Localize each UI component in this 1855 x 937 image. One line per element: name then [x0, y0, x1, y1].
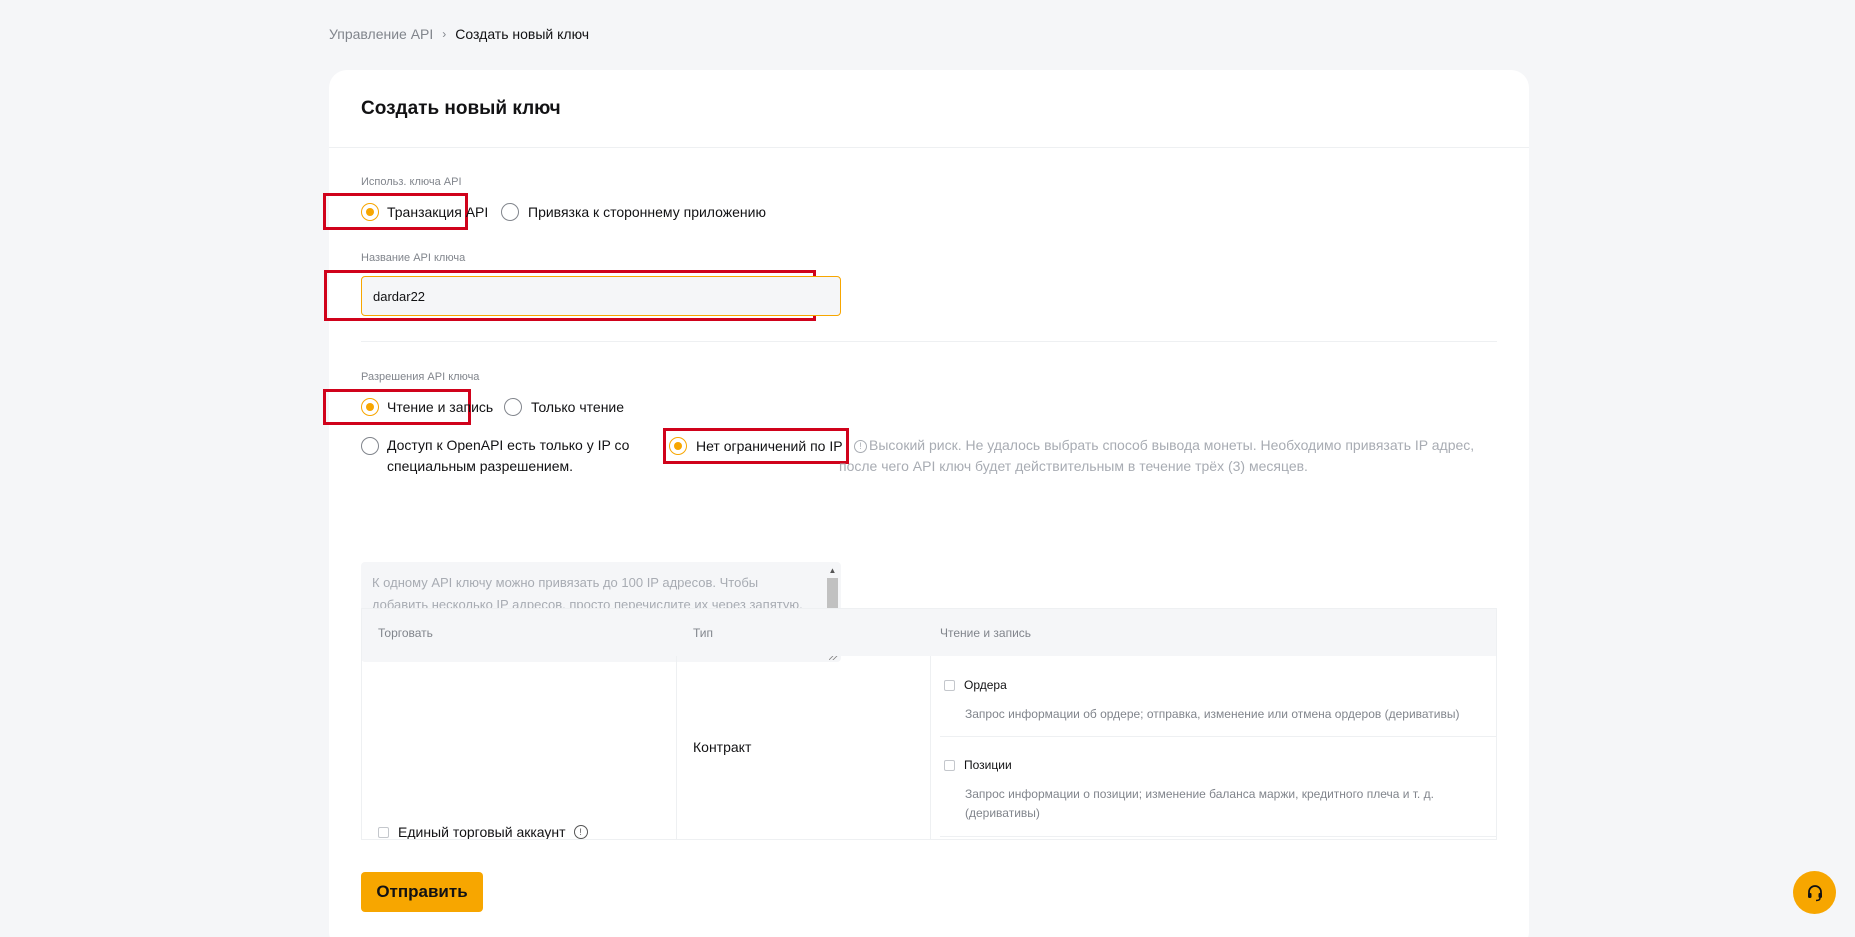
radio-unchecked-icon: [501, 203, 519, 221]
unified-trading-account[interactable]: Единый торговый аккаунт !: [378, 824, 590, 840]
radio-label-line1: Доступ к OpenAPI есть только у IP со: [387, 437, 630, 453]
table-header: Торговать Тип Чтение и запись: [362, 609, 1496, 656]
radio-read-write[interactable]: Чтение и запись: [361, 398, 493, 416]
table-body: Контракт Ордера Запрос информации об орд…: [362, 656, 1496, 840]
header-read-write: Чтение и запись: [940, 625, 1032, 640]
card-header: Создать новый ключ: [329, 70, 1529, 148]
risk-warning: ! Высокий риск. Не удалось выбрать способ…: [839, 435, 1514, 477]
radio-checked-icon: [361, 398, 379, 416]
key-name-label: Название API ключа: [361, 252, 466, 264]
column-divider: [676, 656, 677, 839]
info-icon[interactable]: !: [573, 825, 588, 839]
header-trade: Торговать: [378, 625, 433, 640]
header-type: Тип: [693, 625, 714, 640]
perm-name: Ордера: [964, 678, 1007, 692]
radio-label: Только чтение: [531, 399, 625, 415]
radio-label: Чтение и запись: [387, 399, 494, 415]
orders-checkbox[interactable]: [944, 679, 955, 691]
radio-read-only[interactable]: Только чтение: [504, 398, 624, 416]
unified-account-label: Единый торговый аккаунт: [398, 824, 566, 840]
radio-no-ip-restriction[interactable]: Нет ограничений по IP: [669, 437, 843, 455]
breadcrumb: Управление API › Создать новый ключ: [329, 26, 589, 42]
row-divider: [940, 836, 1496, 837]
radio-unchecked-icon: [361, 437, 379, 455]
headset-icon: [1807, 884, 1822, 901]
radio-checked-icon: [669, 437, 687, 455]
radio-label: Нет ограничений по IP: [696, 438, 843, 454]
perm-item-positions: Позиции Запрос информации о позиции; изм…: [944, 758, 1496, 823]
radio-label: Транзакция API: [387, 204, 489, 220]
radio-label: Привязка к стороннему приложению: [528, 204, 766, 220]
create-key-card: Создать новый ключ Использ. ключа API Тр…: [323, 70, 1529, 937]
risk-note-line2: после чего API ключ будет действительным…: [839, 458, 1308, 474]
scroll-up-icon[interactable]: ▲: [827, 566, 838, 576]
divider: [361, 341, 1497, 342]
chevron-right-icon: ›: [442, 27, 447, 41]
radio-third-party-app[interactable]: Привязка к стороннему приложению: [501, 203, 766, 221]
perm-desc: Запрос информации об ордере; отправка, и…: [965, 707, 1460, 721]
risk-note-line1: Высокий риск. Не удалось выбрать способ …: [869, 437, 1475, 453]
radio-ip-restricted[interactable]: Доступ к OpenAPI есть только у IP со спе…: [361, 435, 629, 477]
support-button[interactable]: [1793, 871, 1836, 914]
info-icon: !: [854, 439, 867, 453]
permissions-table: Торговать Тип Чтение и запись Контракт О…: [361, 608, 1497, 840]
key-name-input[interactable]: [361, 276, 841, 316]
column-divider: [930, 656, 931, 839]
breadcrumb-api-management[interactable]: Управление API: [329, 26, 433, 42]
radio-label-line2: специальным разрешением.: [387, 458, 574, 474]
radio-checked-icon: [361, 203, 379, 221]
row-divider: [940, 736, 1496, 737]
usage-label: Использ. ключа API: [361, 176, 462, 188]
perm-name: Позиции: [964, 758, 1012, 772]
perm-desc: Запрос информации о позиции; изменение б…: [965, 787, 1434, 820]
page-title: Создать новый ключ: [361, 98, 561, 119]
breadcrumb-current: Создать новый ключ: [455, 26, 590, 42]
positions-checkbox[interactable]: [944, 759, 955, 771]
type-contract: Контракт: [693, 739, 752, 755]
unified-account-checkbox[interactable]: [378, 826, 389, 838]
submit-button[interactable]: Отправить: [361, 872, 483, 912]
radio-unchecked-icon: [504, 398, 522, 416]
permissions-label: Разрешения API ключа: [361, 371, 480, 383]
perm-item-orders: Ордера Запрос информации об ордере; отпр…: [944, 678, 1496, 724]
radio-transaction-api[interactable]: Транзакция API: [361, 203, 488, 221]
